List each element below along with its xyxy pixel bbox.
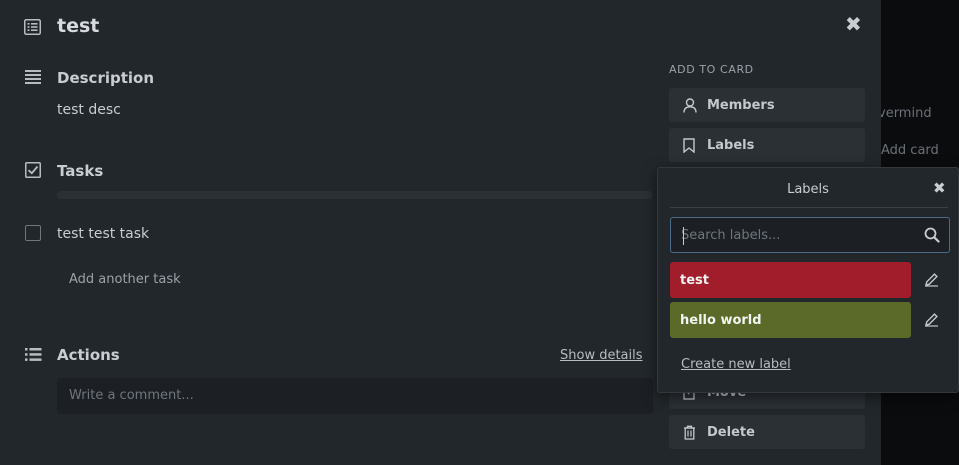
labels-button[interactable]: Labels	[669, 128, 865, 162]
labels-label: Labels	[707, 137, 755, 153]
bookmark-icon	[683, 137, 701, 153]
add-card-fragment[interactable]: Add card	[881, 143, 939, 158]
add-to-card-heading: ADD TO CARD	[669, 63, 754, 76]
delete-button[interactable]: Delete	[669, 415, 865, 449]
list-icon	[25, 347, 42, 362]
members-button[interactable]: Members	[669, 88, 865, 122]
delete-label: Delete	[707, 424, 755, 440]
trash-icon	[683, 425, 701, 440]
search-labels-field[interactable]	[670, 217, 950, 253]
add-task-button[interactable]: Add another task	[69, 272, 181, 287]
create-new-label-link[interactable]: Create new label	[681, 357, 791, 372]
card-title[interactable]: test	[57, 15, 99, 37]
tasks-heading: Tasks	[57, 162, 104, 180]
members-label: Members	[707, 97, 775, 113]
show-details-link[interactable]: Show details	[560, 348, 643, 363]
label-chip-test[interactable]: test	[670, 262, 911, 298]
tasks-progress-bar	[57, 191, 652, 199]
pencil-icon[interactable]	[924, 272, 939, 291]
close-icon[interactable]: ✖	[933, 179, 946, 197]
comment-input[interactable]: Write a comment...	[57, 378, 653, 414]
labels-popover: Labels ✖ test hello world Create new lab…	[657, 167, 959, 393]
labels-popover-title: Labels	[787, 182, 829, 197]
task-checkbox[interactable]	[25, 225, 41, 241]
list-title-fragment: vermind	[878, 106, 932, 121]
label-chip-hello-world[interactable]: hello world	[670, 302, 911, 338]
description-heading: Description	[57, 69, 155, 87]
actions-heading: Actions	[57, 346, 120, 364]
search-icon[interactable]	[924, 227, 940, 247]
checkbox-icon	[25, 162, 41, 178]
task-label[interactable]: test test task	[57, 226, 149, 242]
lines-icon	[25, 69, 41, 85]
search-labels-input[interactable]	[681, 226, 916, 244]
divider	[670, 207, 948, 208]
description-text[interactable]: test desc	[57, 102, 121, 118]
user-icon	[683, 97, 701, 113]
close-icon[interactable]: ✖	[845, 12, 862, 36]
text-caret	[683, 227, 684, 245]
pencil-icon[interactable]	[924, 312, 939, 331]
card-icon	[24, 19, 41, 35]
